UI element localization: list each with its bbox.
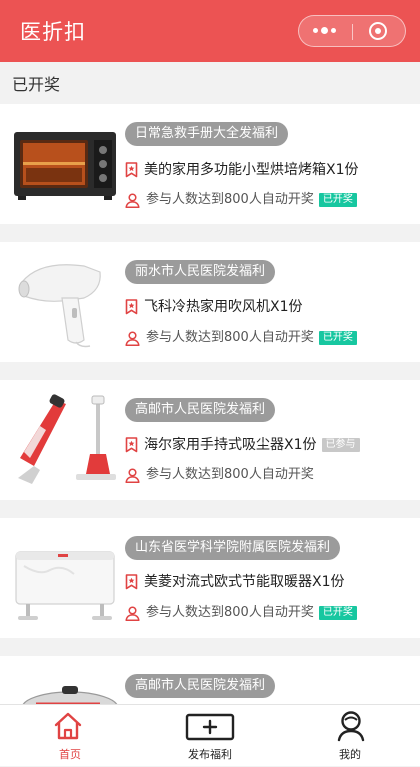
hospital-tag: 丽水市人民医院发福利: [125, 260, 276, 284]
hair-dryer-image: [18, 264, 101, 348]
oven-image: [14, 132, 116, 200]
prize-name: 海尔家用手持式吸尘器X1份: [144, 437, 317, 453]
person-icon: [125, 330, 140, 346]
prize-card[interactable]: 日常急救手册大全发福利 美的家用多功能小型烘培烤箱X1份 参与人数达到800人自…: [0, 104, 420, 224]
section-header: 已开奖: [0, 62, 420, 102]
home-icon: [54, 712, 82, 740]
rule-row: 参与人数达到800人自动开奖 已开奖: [125, 327, 357, 349]
prize-card[interactable]: 高邮市人民医院发福利 海尔家用手持式吸尘器X1份 已参与 参与人数达到800人自动…: [0, 380, 420, 500]
rule-text: 参与人数达到800人自动开奖: [146, 605, 314, 620]
rule-row: 参与人数达到800人自动开奖 已开奖: [125, 602, 357, 624]
rule-row: 参与人数达到800人自动开奖 已开奖: [125, 189, 357, 211]
prize-name: 飞科冷热家用吹风机X1份: [144, 299, 303, 315]
tab-home-label: 首页: [59, 748, 81, 761]
bookmark-icon: [125, 574, 138, 590]
prize-row: 飞科冷热家用吹风机X1份: [125, 296, 303, 318]
tab-mine[interactable]: 我的: [280, 705, 420, 767]
hospital-tag: 日常急救手册大全发福利: [125, 122, 289, 146]
bottom-tab-bar: 首页 发布福利 我的: [0, 704, 420, 766]
app-title: 医折扣: [20, 20, 86, 44]
hospital-tag: 高邮市人民医院发福利: [125, 674, 276, 698]
vacuum-image: [18, 394, 116, 484]
prize-name: 美的家用多功能小型烘培烤箱X1份: [144, 162, 359, 178]
bookmark-icon: [125, 437, 138, 453]
app-header: 医折扣: [0, 0, 420, 62]
status-badge: 已参与: [321, 438, 360, 452]
prize-name: 美菱对流式欧式节能取暖器X1份: [144, 574, 345, 590]
close-icon[interactable]: [369, 22, 387, 40]
more-icon[interactable]: [313, 26, 341, 36]
section-title: 已开奖: [12, 75, 61, 94]
person-icon: [125, 467, 140, 483]
mini-program-capsule: [298, 15, 406, 47]
person-icon: [125, 605, 140, 621]
person-icon: [125, 192, 140, 208]
publish-icon: [185, 713, 235, 741]
tab-publish-label: 发布福利: [188, 748, 232, 761]
rule-text: 参与人数达到800人自动开奖: [146, 192, 314, 207]
prize-card[interactable]: 丽水市人民医院发福利 飞科冷热家用吹风机X1份 参与人数达到800人自动开奖 已开…: [0, 242, 420, 362]
prize-card[interactable]: 高邮市人民医院发福利: [0, 656, 420, 704]
status-badge: 已开奖: [318, 193, 357, 207]
tab-home[interactable]: 首页: [0, 705, 140, 767]
tab-publish[interactable]: 发布福利: [140, 705, 280, 767]
bookmark-icon: [125, 299, 138, 315]
user-icon: [337, 711, 365, 742]
tab-mine-label: 我的: [339, 748, 361, 761]
prize-row: 美的家用多功能小型烘培烤箱X1份: [125, 159, 359, 181]
prize-row: 海尔家用手持式吸尘器X1份 已参与: [125, 434, 360, 456]
hospital-tag: 高邮市人民医院发福利: [125, 398, 276, 422]
heater-image: [15, 551, 115, 620]
rule-text: 参与人数达到800人自动开奖: [146, 330, 314, 345]
pot-image: [22, 686, 118, 704]
hospital-tag: 山东省医学科学院附属医院发福利: [125, 536, 341, 560]
rule-row: 参与人数达到800人自动开奖: [125, 464, 314, 486]
rule-text: 参与人数达到800人自动开奖: [146, 467, 314, 482]
bookmark-icon: [125, 162, 138, 178]
prize-card[interactable]: 山东省医学科学院附属医院发福利 美菱对流式欧式节能取暖器X1份 参与人数达到80…: [0, 518, 420, 638]
status-badge: 已开奖: [318, 606, 357, 620]
status-badge: 已开奖: [318, 331, 357, 345]
capsule-divider: [352, 24, 353, 40]
prize-row: 美菱对流式欧式节能取暖器X1份: [125, 571, 345, 593]
